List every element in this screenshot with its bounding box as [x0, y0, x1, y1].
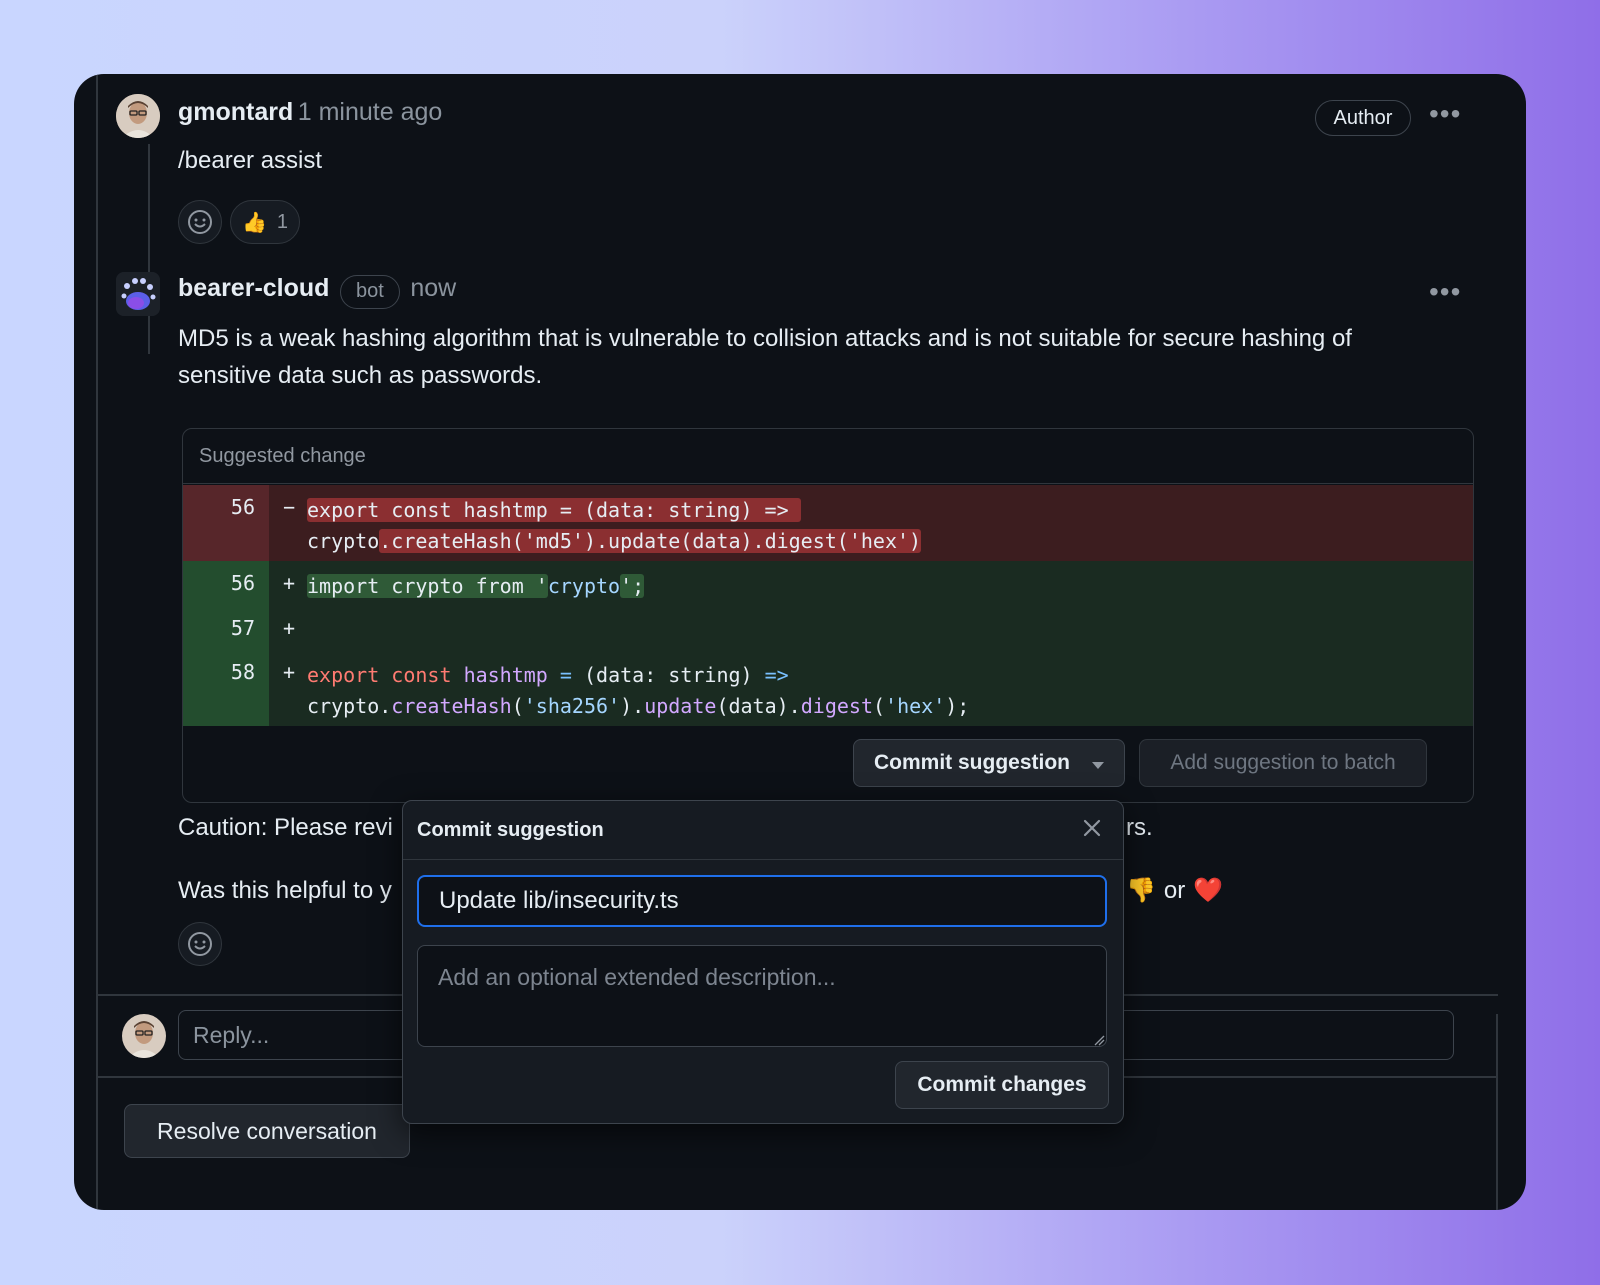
- add-reaction-button[interactable]: [178, 922, 222, 966]
- line-number: 56: [230, 571, 255, 595]
- or-text: or: [1163, 877, 1186, 904]
- avatar-bearer-cloud[interactable]: [116, 272, 160, 316]
- username[interactable]: bearer-cloud: [178, 274, 329, 302]
- author-badge: Author: [1315, 100, 1411, 136]
- helpful-text: Was this helpful to y: [178, 877, 392, 904]
- code-line: import crypto from 'crypto';: [307, 574, 645, 598]
- comment-header: bearer-cloud bot now: [178, 274, 456, 309]
- line-number: 56: [230, 495, 255, 519]
- diff-sign: +: [283, 616, 296, 640]
- bot-badge: bot: [339, 274, 400, 309]
- diff-row-added: 57 +: [183, 606, 1473, 650]
- suggested-change-header: Suggested change: [183, 429, 1473, 484]
- commit-changes-button[interactable]: Commit changes: [895, 1061, 1109, 1109]
- diff-row-deleted: 56 − export const hashtmp = (data: strin…: [183, 485, 1473, 561]
- popover-title-text: Commit suggestion: [417, 818, 604, 841]
- code-line: export const hashtmp = (data: string) =>…: [307, 498, 922, 553]
- smiley-icon: [188, 210, 212, 234]
- line-number: 57: [230, 616, 255, 640]
- smiley-icon: [188, 932, 212, 956]
- line-number: 58: [230, 660, 255, 684]
- commit-description-textarea[interactable]: [417, 945, 1107, 1047]
- diff-row-added: 58 + export const hashtmp = (data: strin…: [183, 650, 1473, 726]
- commit-message-input[interactable]: [417, 875, 1107, 927]
- thumbs-up-icon: 👍: [241, 211, 267, 234]
- caution-text-end: rs.: [1126, 814, 1153, 841]
- commit-suggestion-label: Commit suggestion: [873, 751, 1070, 774]
- close-icon[interactable]: [1081, 817, 1103, 844]
- add-reaction-button[interactable]: [178, 200, 222, 244]
- comment-body: MD5 is a weak hashing algorithm that is …: [178, 325, 1352, 389]
- thumbs-down-icon[interactable]: 👎: [1126, 872, 1156, 909]
- thread-line: [148, 144, 150, 354]
- username[interactable]: gmontard: [178, 98, 293, 126]
- comment-body: /bearer assist: [178, 147, 323, 174]
- diff-row-added: 56 + import crypto from 'crypto';: [183, 561, 1473, 606]
- avatar-current-user: [122, 1014, 166, 1058]
- diff-sign: +: [283, 660, 296, 684]
- kebab-icon[interactable]: •••: [1429, 98, 1461, 130]
- add-to-batch-button[interactable]: Add suggestion to batch: [1139, 739, 1427, 787]
- heart-icon[interactable]: ❤️: [1193, 872, 1223, 909]
- diff-sign: −: [283, 495, 296, 519]
- right-rail: [1496, 1014, 1498, 1210]
- timestamp[interactable]: 1 minute ago: [298, 98, 443, 126]
- suggested-change: Suggested change 56 − export const hasht…: [182, 428, 1474, 803]
- popover-title: Commit suggestion: [403, 801, 1123, 860]
- code-line: export const hashtmp = (data: string) =>…: [307, 663, 970, 718]
- resolve-conversation-button[interactable]: Resolve conversation: [124, 1104, 410, 1158]
- conversation-panel: gmontard 1 minute ago Author ••• /bearer…: [74, 74, 1526, 1210]
- reaction-thumbs-up[interactable]: 👍 1: [230, 200, 300, 244]
- reaction-count: 1: [276, 210, 289, 233]
- left-rail: [96, 74, 98, 1210]
- timestamp[interactable]: now: [410, 274, 456, 302]
- comment-header: gmontard 1 minute ago: [178, 98, 442, 127]
- commit-suggestion-popover: Commit suggestion Commit changes: [402, 800, 1124, 1124]
- caution-text: Caution: Please revi: [178, 814, 393, 841]
- kebab-icon[interactable]: •••: [1429, 276, 1461, 308]
- commit-suggestion-button[interactable]: Commit suggestion: [853, 739, 1125, 787]
- helpful-reactions: 👎 or ❤️: [1126, 872, 1223, 909]
- diff-sign: +: [283, 571, 296, 595]
- avatar-gmontard[interactable]: [116, 94, 160, 138]
- resize-handle-icon[interactable]: [1093, 1033, 1105, 1051]
- caret-down-icon: [1092, 761, 1104, 769]
